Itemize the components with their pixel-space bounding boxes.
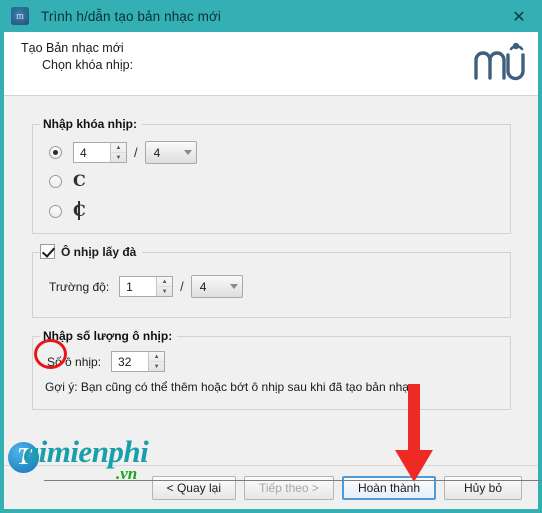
pickup-measure-checkbox[interactable] (40, 244, 55, 259)
time-signature-group-title: Nhập khóa nhịp: (40, 117, 142, 131)
chevron-down-icon (183, 150, 192, 155)
time-signature-option-numeric[interactable]: 4 ▲ ▼ / 4 (49, 141, 197, 164)
pickup-duration-numerator-value: 1 (120, 277, 157, 296)
finish-button[interactable]: Hoàn thành (341, 475, 436, 500)
wizard-subheading: Chọn khóa nhịp: (42, 58, 134, 72)
common-time-icon: C (73, 171, 86, 190)
musescore-icon: m (11, 7, 29, 25)
stepper-down-icon[interactable]: ▼ (111, 153, 126, 162)
time-signature-denominator-combobox[interactable]: 4 (144, 141, 197, 164)
radio-common-time[interactable] (49, 174, 62, 188)
pickup-duration-label: Trường độ: (49, 279, 110, 294)
back-button[interactable]: < Quay lại (151, 475, 236, 500)
measure-count-value: 32 (112, 352, 149, 371)
screenshot-root: m Trình h/dẫn tạo bản nhạc mới ✕ Tạo Bản… (0, 0, 542, 513)
new-score-wizard-dialog: Tạo Bản nhạc mới Chọn khóa nhịp: Nhập kh… (4, 32, 538, 509)
time-signature-denominator-value: 4 (153, 145, 161, 160)
pickup-duration-row: Trường độ: 1 ▲ ▼ / 4 (49, 275, 243, 298)
measure-count-group: Nhập số lượng ô nhịp: Số ô nhịp: 32 ▲ ▼ … (32, 329, 511, 410)
cut-time-icon: C (73, 201, 86, 220)
measure-count-hint: Gợi ý: Bạn cũng có thể thêm hoặc bớt ô n… (45, 380, 419, 394)
next-button: Tiếp theo > (244, 475, 334, 500)
cancel-button[interactable]: Hủy bỏ (444, 475, 522, 500)
stepper-up-icon[interactable]: ▲ (111, 143, 126, 153)
pickup-duration-steppers[interactable]: ▲ ▼ (156, 277, 173, 296)
stepper-up-icon[interactable]: ▲ (149, 352, 165, 362)
measure-count-spinbox[interactable]: 32 ▲ ▼ (111, 351, 166, 372)
pickup-measure-label: Ô nhịp lấy đà (61, 244, 137, 259)
time-signature-numerator-steppers[interactable]: ▲ ▼ (110, 143, 126, 162)
window-titlebar: m Trình h/dẫn tạo bản nhạc mới ✕ (0, 0, 542, 32)
pickup-measure-group: Ô nhịp lấy đà Trường độ: 1 ▲ ▼ / 4 (32, 244, 511, 318)
time-signature-slash: / (134, 145, 138, 160)
pickup-duration-numerator-spinbox[interactable]: 1 ▲ ▼ (119, 276, 174, 297)
wizard-footer: < Quay lại Tiếp theo > Hoàn thành Hủy bỏ (4, 465, 538, 509)
time-signature-option-cut[interactable]: C (49, 203, 86, 219)
measure-count-group-title: Nhập số lượng ô nhịp: (40, 329, 178, 343)
measure-count-steppers[interactable]: ▲ ▼ (148, 352, 165, 371)
wizard-header: Tạo Bản nhạc mới Chọn khóa nhịp: (4, 32, 538, 96)
wizard-heading: Tạo Bản nhạc mới (21, 41, 124, 55)
pickup-duration-slash: / (180, 279, 184, 294)
time-signature-numerator-spinbox[interactable]: 4 ▲ ▼ (73, 142, 127, 163)
window-title: Trình h/dẫn tạo bản nhạc mới (41, 8, 222, 24)
time-signature-option-common[interactable]: C (49, 173, 86, 189)
musescore-logo (474, 42, 525, 81)
pickup-duration-denominator-value: 4 (199, 279, 207, 294)
measure-count-row: Số ô nhịp: 32 ▲ ▼ (47, 351, 166, 372)
measure-count-label: Số ô nhịp: (47, 354, 102, 369)
radio-cut-time[interactable] (49, 204, 62, 218)
stepper-up-icon[interactable]: ▲ (157, 277, 173, 287)
pickup-measure-header[interactable]: Ô nhịp lấy đà (40, 244, 143, 259)
chevron-down-icon (229, 284, 238, 289)
stepper-down-icon[interactable]: ▼ (149, 362, 164, 371)
radio-numeric-time-signature[interactable] (49, 146, 62, 159)
close-icon[interactable]: ✕ (496, 0, 542, 32)
wizard-content: Nhập khóa nhịp: 4 ▲ ▼ / 4 C C Ô nhịp lấy… (4, 96, 538, 465)
stepper-down-icon[interactable]: ▼ (157, 287, 172, 296)
time-signature-group: Nhập khóa nhịp: 4 ▲ ▼ / 4 C C (32, 117, 511, 234)
time-signature-numerator-value: 4 (74, 143, 110, 162)
pickup-duration-denominator-combobox[interactable]: 4 (190, 275, 243, 298)
